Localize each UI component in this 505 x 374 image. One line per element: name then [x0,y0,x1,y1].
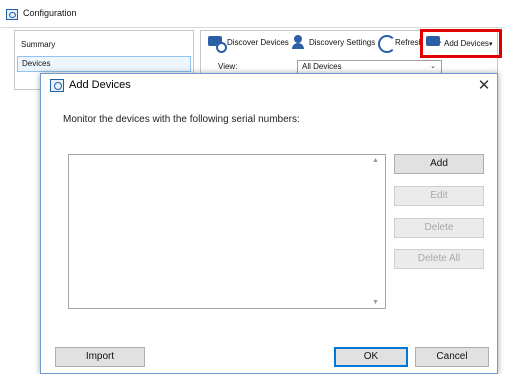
monitor-plus-icon[interactable] [426,35,442,49]
view-label: View: [218,62,238,71]
view-select-value: All Devices [302,62,342,71]
serial-number-list[interactable]: ▲ ▼ [68,154,386,309]
add-devices-dialog: Add Devices ✕ Monitor the devices with t… [40,73,498,374]
chevron-down-icon: ⌄ [430,63,436,70]
person-gear-icon[interactable] [292,35,308,49]
view-select[interactable]: All Devices ⌄ [297,60,442,74]
list-scrollbar[interactable]: ▲ ▼ [369,155,385,308]
window-title: Configuration [23,8,77,18]
add-devices-button[interactable]: Add Devices [444,35,489,53]
ok-button[interactable]: OK [334,347,408,367]
nav-item-summary[interactable]: Summary [21,40,55,49]
app-gauge-icon [6,9,18,20]
refresh-icon[interactable] [377,35,396,53]
dialog-titlebar: Add Devices ✕ [41,74,497,98]
discovery-settings-button[interactable]: Discovery Settings [309,34,375,52]
dialog-title: Add Devices [69,79,131,91]
chevron-down-icon[interactable]: ▾ [489,36,493,54]
dialog-instructions: Monitor the devices with the following s… [63,114,300,125]
edit-button[interactable]: Edit [394,186,484,206]
close-icon[interactable]: ✕ [473,75,495,97]
import-button[interactable]: Import [55,347,145,367]
scroll-down-icon[interactable]: ▼ [372,299,379,306]
add-button[interactable]: Add [394,154,484,174]
delete-button[interactable]: Delete [394,218,484,238]
refresh-button[interactable]: Refresh [395,34,423,52]
nav-item-devices[interactable]: Devices [17,56,191,72]
delete-all-button[interactable]: Delete All [394,249,484,269]
monitor-search-icon[interactable] [208,36,227,53]
scroll-up-icon[interactable]: ▲ [372,157,379,164]
discover-devices-button[interactable]: Discover Devices [227,34,289,52]
cancel-button[interactable]: Cancel [415,347,489,367]
app-gauge-icon [50,79,64,92]
configuration-titlebar: Configuration [0,0,505,28]
